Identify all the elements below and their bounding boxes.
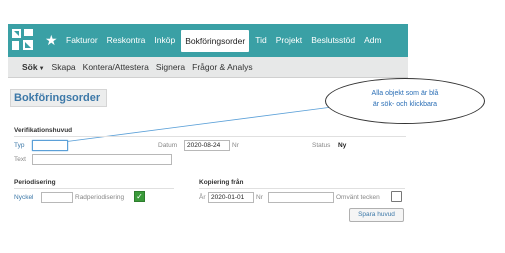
radperiodisering-checkbox[interactable]: ✓ <box>134 191 145 202</box>
nav-item-beslutsstod[interactable]: Beslutsstöd <box>308 24 358 57</box>
omvant-tecken-checkbox[interactable] <box>391 191 402 202</box>
typ-label[interactable]: Typ <box>14 142 24 149</box>
callout-bubble: Alla objekt som är blå är sök- och klick… <box>325 78 485 124</box>
callout-line-2: är sök- och klickbara <box>372 101 438 108</box>
typ-input[interactable] <box>32 140 68 151</box>
main-menu: Fakturor Reskontra Inköp Bokföringsorder… <box>63 24 388 57</box>
ar-input[interactable]: 2020-01-01 <box>208 192 254 203</box>
subnav-item-fragor-analys[interactable]: Frågor & Analys <box>192 62 252 72</box>
section-divider <box>14 136 406 137</box>
section-title-kopiering: Kopiering från <box>199 179 244 186</box>
kopiering-nr-label: Nr <box>256 194 263 201</box>
page-title: Bokföringsorder <box>10 89 107 107</box>
sub-navigation-bar: Sök▼ Skapa Kontera/Attestera Signera Frå… <box>8 57 408 78</box>
ar-label: År <box>199 194 206 201</box>
section-divider <box>199 188 405 189</box>
subnav-item-sok-label: Sök <box>22 62 38 72</box>
favorites-star-icon[interactable]: ★ <box>45 30 58 50</box>
status-label: Status <box>312 142 331 149</box>
omvant-tecken-label: Omvänt tecken <box>336 194 380 201</box>
datum-input[interactable]: 2020-08-24 <box>184 140 230 151</box>
text-label: Text <box>14 156 26 163</box>
nav-item-fakturor[interactable]: Fakturor <box>63 24 101 57</box>
callout-line-1: Alla objekt som är blå <box>371 90 439 97</box>
app-logo-icon[interactable] <box>12 29 34 51</box>
nav-item-bokforingsorder[interactable]: Bokföringsorder <box>181 29 250 52</box>
subnav-item-skapa[interactable]: Skapa <box>52 62 76 72</box>
top-navigation-bar: ★ Fakturor Reskontra Inköp Bokföringsord… <box>8 24 408 57</box>
nav-item-projekt[interactable]: Projekt <box>273 24 305 57</box>
nav-item-adm[interactable]: Adm <box>361 24 384 57</box>
text-input[interactable] <box>32 154 172 165</box>
nav-item-reskontra[interactable]: Reskontra <box>104 24 149 57</box>
nr-label: Nr <box>232 142 239 149</box>
nyckel-input[interactable] <box>41 192 73 203</box>
spara-huvud-button[interactable]: Spara huvud <box>349 208 404 222</box>
nav-item-inkop[interactable]: Inköp <box>151 24 178 57</box>
sub-menu: Sök▼ Skapa Kontera/Attestera Signera Frå… <box>22 57 260 77</box>
nyckel-label[interactable]: Nyckel <box>14 194 34 201</box>
datum-label: Datum <box>158 142 178 149</box>
kopiering-nr-input[interactable] <box>268 192 334 203</box>
status-value: Ny <box>338 142 347 149</box>
subnav-item-kontera-attestera[interactable]: Kontera/Attestera <box>83 62 149 72</box>
radperiodisering-label: Radperiodisering <box>75 194 125 201</box>
subnav-item-signera[interactable]: Signera <box>156 62 185 72</box>
section-divider <box>14 188 174 189</box>
nav-item-tid[interactable]: Tid <box>252 24 270 57</box>
chevron-down-icon: ▼ <box>38 66 45 72</box>
subnav-item-sok[interactable]: Sök▼ <box>22 62 45 72</box>
section-title-verifikationshuvud: Verifikationshuvud <box>14 127 73 134</box>
section-title-periodisering: Periodisering <box>14 179 56 186</box>
